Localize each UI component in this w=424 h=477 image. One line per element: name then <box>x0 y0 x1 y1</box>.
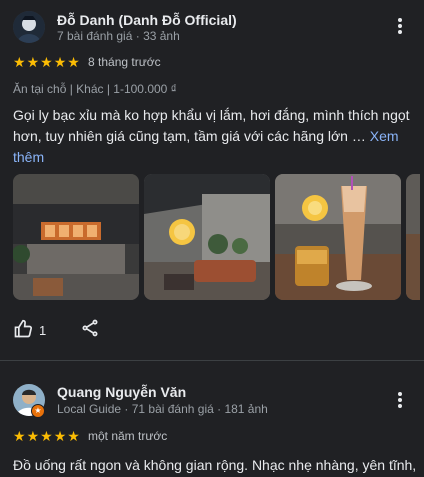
review-text: Gọi ly bạc xỉu mà ko hợp khẩu vị lắm, hơ… <box>13 105 413 168</box>
review-date: một năm trước <box>88 429 168 443</box>
star-icon: ★ <box>53 428 67 444</box>
more-vert-icon[interactable] <box>390 390 410 410</box>
share-button[interactable] <box>80 318 100 343</box>
reviewer-meta[interactable]: Local Guide · 71 bài đánh giá · 181 ảnh <box>57 402 268 416</box>
like-count: 1 <box>39 323 47 338</box>
share-icon <box>80 318 100 343</box>
reviewer-name[interactable]: Quang Nguyễn Văn <box>57 384 186 400</box>
thumb-up-icon <box>13 319 33 342</box>
review-tags: Ăn tại chỗ | Khác | 1-100.000 ₫ <box>13 82 177 96</box>
local-guide-badge-icon: ★ <box>31 404 45 418</box>
review-photo[interactable] <box>13 174 139 300</box>
avatar-image <box>13 11 45 43</box>
review-actions: 1 <box>13 318 100 343</box>
star-icon: ★ <box>40 54 53 70</box>
rating-stars: ★ ★ ★ ★ ★ <box>13 55 80 69</box>
star-icon: ★ <box>67 54 80 70</box>
star-icon: ★ <box>53 54 67 70</box>
star-icon: ★ <box>67 428 80 444</box>
star-icon: ★ <box>13 54 26 70</box>
more-vert-icon[interactable] <box>390 16 410 36</box>
review-date: 8 tháng trước <box>88 55 161 69</box>
review-photo[interactable] <box>275 174 401 300</box>
reviewer-name[interactable]: Đỗ Danh (Danh Đỗ Official) <box>57 12 237 28</box>
review-text: Đồ uống rất ngon và không gian rộng. Nhạ… <box>13 457 417 473</box>
like-button[interactable]: 1 <box>13 319 46 342</box>
review-divider <box>0 360 424 361</box>
review-photo[interactable] <box>406 174 420 300</box>
star-icon: ★ <box>40 428 53 444</box>
star-icon: ★ <box>13 428 26 444</box>
reviewer-meta[interactable]: 7 bài đánh giá · 33 ảnh <box>57 29 180 43</box>
rating-stars: ★ ★ ★ ★ ★ <box>13 429 80 443</box>
star-icon: ★ <box>26 54 40 70</box>
review-photos <box>13 174 420 300</box>
avatar[interactable] <box>13 11 45 43</box>
star-icon: ★ <box>26 428 40 444</box>
review-text-content: Gọi ly bạc xỉu mà ko hợp khẩu vị lắm, hơ… <box>13 107 410 144</box>
review-photo[interactable] <box>144 174 270 300</box>
